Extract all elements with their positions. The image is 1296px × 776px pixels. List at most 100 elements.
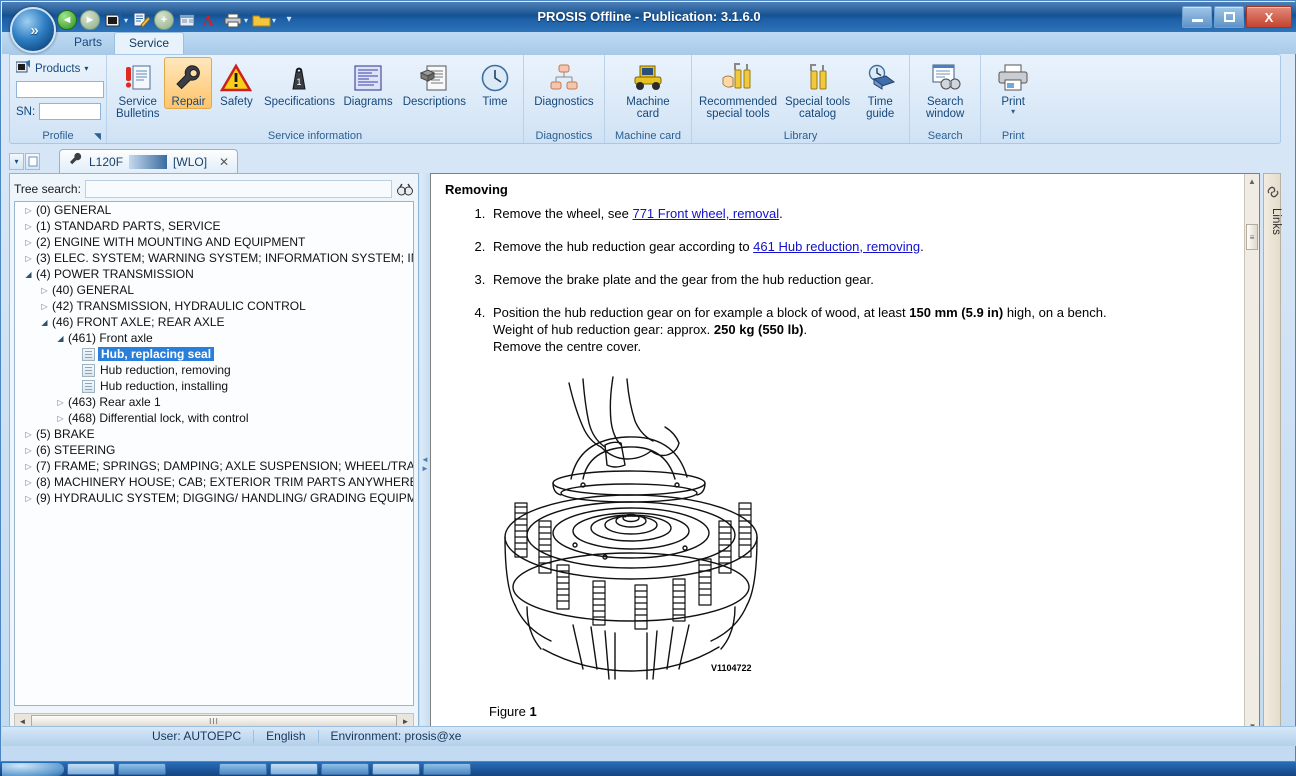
- notes-button[interactable]: [131, 10, 151, 30]
- add-button[interactable]: +: [154, 10, 174, 30]
- tree-node-label: (46) FRONT AXLE; REAR AXLE: [50, 315, 225, 329]
- time-guide-button[interactable]: Time guide: [855, 57, 905, 121]
- minimize-button[interactable]: [1182, 6, 1212, 28]
- expand-arrow-closed-icon[interactable]: ▷: [39, 286, 50, 295]
- taskbar-item[interactable]: [67, 763, 115, 775]
- forward-button[interactable]: ►: [80, 10, 100, 30]
- close-icon[interactable]: ✕: [213, 155, 229, 169]
- document-tab-l120f[interactable]: L120F [WLO] ✕: [59, 149, 238, 173]
- tree-node[interactable]: ◢(46) FRONT AXLE; REAR AXLE: [15, 314, 413, 330]
- tree-node[interactable]: ▷(468) Differential lock, with control: [15, 410, 413, 426]
- sn-field[interactable]: [39, 103, 101, 120]
- expand-arrow-closed-icon[interactable]: ▷: [23, 446, 34, 455]
- chevron-down-icon[interactable]: ▾: [272, 16, 276, 25]
- expand-arrow-closed-icon[interactable]: ▷: [23, 206, 34, 215]
- print-button[interactable]: Print ▾: [985, 57, 1041, 116]
- diagnostics-button[interactable]: Diagnostics: [528, 57, 600, 109]
- scroll-right-arrow-icon[interactable]: ►: [398, 717, 413, 726]
- tab-parts[interactable]: Parts: [60, 32, 116, 54]
- tree-node[interactable]: ▷(6) STEERING: [15, 442, 413, 458]
- expand-arrow-closed-icon[interactable]: ▷: [23, 462, 34, 471]
- home-button[interactable]: ▾: [103, 10, 128, 30]
- font-button[interactable]: A: [200, 10, 220, 30]
- tree-node[interactable]: Hub, replacing seal: [15, 346, 413, 362]
- start-button[interactable]: [2, 763, 64, 776]
- tree-node[interactable]: ▷(42) TRANSMISSION, HYDRAULIC CONTROL: [15, 298, 413, 314]
- folder-button[interactable]: ▾: [251, 10, 276, 30]
- time-button[interactable]: Time: [471, 57, 519, 109]
- taskbar-item[interactable]: [270, 763, 318, 775]
- panel-splitter[interactable]: ◄►: [420, 173, 430, 735]
- expand-arrow-closed-icon[interactable]: ▷: [23, 478, 34, 487]
- new-tab-button[interactable]: [25, 153, 40, 170]
- tree-search-input[interactable]: [85, 180, 392, 198]
- document-link[interactable]: 461 Hub reduction, removing: [753, 239, 920, 254]
- scroll-left-arrow-icon[interactable]: ◄: [15, 717, 30, 726]
- product-field[interactable]: [16, 81, 104, 98]
- taskbar-item[interactable]: [372, 763, 420, 775]
- machine-card-button[interactable]: Machine card: [609, 57, 687, 121]
- tab-service[interactable]: Service: [114, 32, 184, 55]
- back-button[interactable]: ◄: [57, 10, 77, 30]
- tree-search-binoculars-icon[interactable]: [396, 180, 414, 197]
- safety-button[interactable]: Safety: [212, 57, 260, 109]
- tree-node[interactable]: ◢(4) POWER TRANSMISSION: [15, 266, 413, 282]
- tree-view[interactable]: ▷(0) GENERAL▷(1) STANDARD PARTS, SERVICE…: [14, 201, 414, 706]
- expand-arrow-closed-icon[interactable]: ▷: [23, 494, 34, 503]
- links-side-panel[interactable]: Links: [1263, 173, 1281, 735]
- tree-node[interactable]: ▷(8) MACHINERY HOUSE; CAB; EXTERIOR TRIM…: [15, 474, 413, 490]
- expand-arrow-closed-icon[interactable]: ▷: [23, 222, 34, 231]
- chevron-down-icon[interactable]: ▾: [84, 64, 88, 73]
- tree-node[interactable]: ▷(1) STANDARD PARTS, SERVICE: [15, 218, 413, 234]
- special-tools-catalog-button[interactable]: Special tools catalog: [780, 57, 855, 121]
- profile-dialog-launcher[interactable]: ◥: [92, 131, 103, 142]
- expand-arrow-open-icon[interactable]: ◢: [23, 270, 34, 279]
- document-scroll-thumb[interactable]: ≡: [1246, 224, 1258, 250]
- tree-node[interactable]: ▷(40) GENERAL: [15, 282, 413, 298]
- recommended-special-tools-button[interactable]: Recommended special tools: [696, 57, 780, 121]
- expand-arrow-closed-icon[interactable]: ▷: [39, 302, 50, 311]
- tab-list-dropdown-button[interactable]: ▾: [9, 153, 24, 170]
- service-bulletins-button[interactable]: Service Bulletins: [111, 57, 164, 121]
- taskbar-item[interactable]: [423, 763, 471, 775]
- expand-arrow-closed-icon[interactable]: ▷: [23, 238, 34, 247]
- maximize-button[interactable]: [1214, 6, 1244, 28]
- specifications-button[interactable]: 1 Specifications: [260, 57, 338, 109]
- tree-node[interactable]: ▷(463) Rear axle 1: [15, 394, 413, 410]
- tree-node[interactable]: ▷(0) GENERAL: [15, 202, 413, 218]
- taskbar-item[interactable]: [118, 763, 166, 775]
- taskbar-item[interactable]: [219, 763, 267, 775]
- splitter-handle-icon[interactable]: ◄►: [421, 451, 429, 477]
- document-link[interactable]: 771 Front wheel, removal: [632, 206, 779, 221]
- tree-node[interactable]: Hub reduction, removing: [15, 362, 413, 378]
- tree-node[interactable]: ▷(5) BRAKE: [15, 426, 413, 442]
- scroll-up-arrow-icon[interactable]: ▲: [1245, 174, 1259, 189]
- descriptions-button[interactable]: Descriptions: [398, 57, 471, 109]
- expand-arrow-open-icon[interactable]: ◢: [39, 318, 50, 327]
- tree-node[interactable]: ▷(7) FRAME; SPRINGS; DAMPING; AXLE SUSPE…: [15, 458, 413, 474]
- products-dropdown-button[interactable]: Products ▾: [16, 57, 88, 77]
- taskbar-item[interactable]: [321, 763, 369, 775]
- expand-arrow-open-icon[interactable]: ◢: [55, 334, 66, 343]
- expand-arrow-closed-icon[interactable]: ▷: [23, 430, 34, 439]
- application-orb-button[interactable]: »: [10, 7, 56, 53]
- tree-node[interactable]: ▷(3) ELEC. SYSTEM; WARNING SYSTEM; INFOR…: [15, 250, 413, 266]
- expand-arrow-closed-icon[interactable]: ▷: [55, 414, 66, 423]
- expand-arrow-closed-icon[interactable]: ▷: [55, 398, 66, 407]
- diagrams-button[interactable]: Diagrams: [338, 57, 397, 109]
- search-window-button[interactable]: Search window: [914, 57, 976, 121]
- chevron-down-icon[interactable]: ▾: [1011, 108, 1015, 115]
- expand-arrow-closed-icon[interactable]: ▷: [23, 254, 34, 263]
- window-list-button[interactable]: [177, 10, 197, 30]
- close-button[interactable]: X: [1246, 6, 1292, 28]
- repair-button[interactable]: Repair: [164, 57, 212, 109]
- chevron-down-icon[interactable]: ▾: [244, 16, 248, 25]
- tree-node[interactable]: Hub reduction, installing: [15, 378, 413, 394]
- tree-node[interactable]: ▷(2) ENGINE WITH MOUNTING AND EQUIPMENT: [15, 234, 413, 250]
- document-vertical-scrollbar[interactable]: ▲ ≡ ▼: [1244, 174, 1259, 734]
- tree-node[interactable]: ◢(461) Front axle: [15, 330, 413, 346]
- print-quick-button[interactable]: ▾: [223, 10, 248, 30]
- tree-node[interactable]: ▷(9) HYDRAULIC SYSTEM; DIGGING/ HANDLING…: [15, 490, 413, 506]
- chevron-down-icon[interactable]: ▾: [124, 16, 128, 25]
- customize-qat-button[interactable]: ▾: [279, 10, 299, 30]
